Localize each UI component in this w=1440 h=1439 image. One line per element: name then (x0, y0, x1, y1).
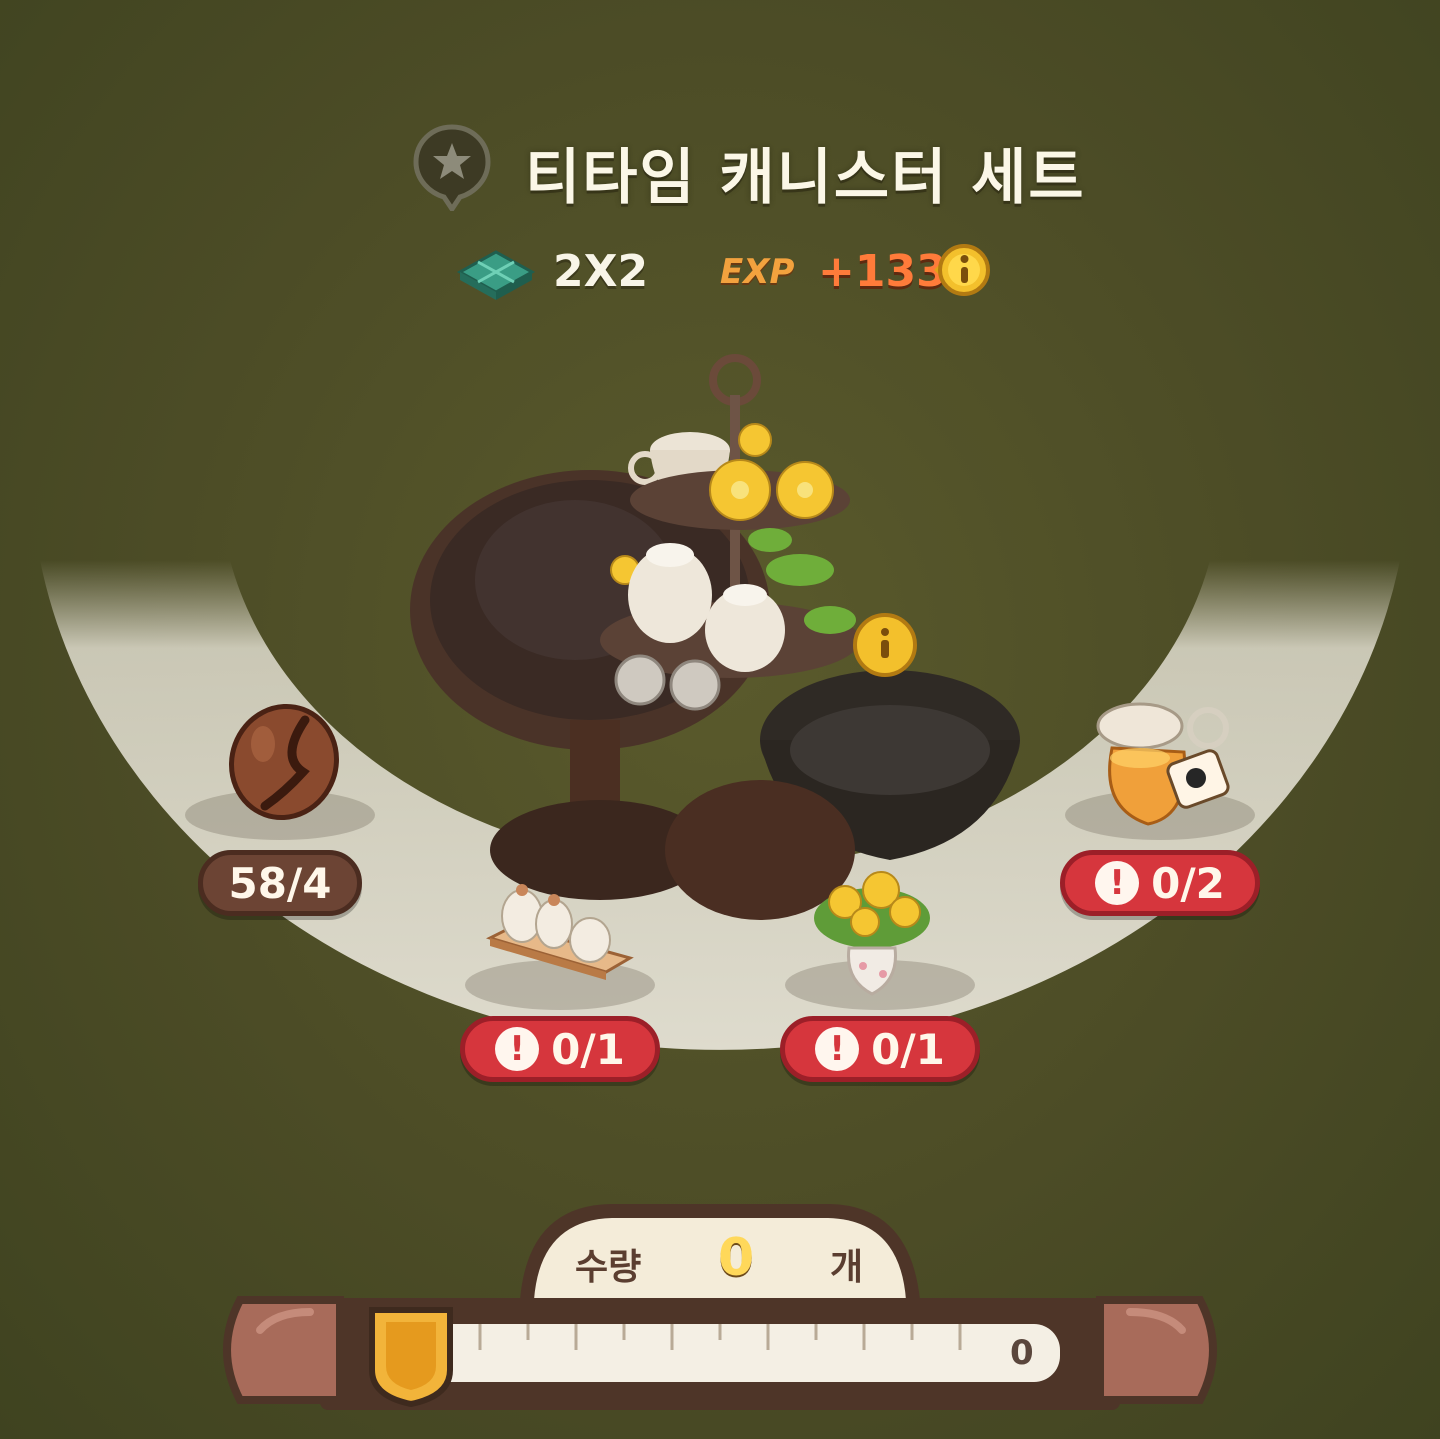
material-count-coffee-bean: 58/4 (198, 850, 362, 916)
info-coin-icon[interactable] (930, 240, 990, 302)
quantity-unit: 개 (830, 1247, 864, 1288)
decrease-button[interactable] (223, 1296, 344, 1404)
material-count-text: 0/1 (551, 1024, 625, 1074)
material-count-text: 58/4 (228, 858, 332, 908)
item-title: 티타임 캐니스터 세트 (525, 143, 1086, 213)
warning-icon: ! (815, 1027, 860, 1071)
coffee-bean-icon[interactable] (225, 702, 343, 822)
exp-label: EXP (720, 252, 795, 292)
material-count-flower-vase: ! 0/1 (780, 1016, 980, 1082)
material-count-syrup-bottle: ! 0/2 (1060, 850, 1260, 916)
canister-tray-icon[interactable] (486, 876, 634, 984)
syrup-bottle-icon[interactable] (1090, 688, 1236, 832)
warning-icon: ! (1095, 861, 1140, 905)
slider-value: 0 (1010, 1333, 1034, 1373)
exp-value: +133 (818, 246, 947, 297)
quantity-value: 0 (718, 1228, 755, 1288)
quantity-label: 수량 (575, 1247, 642, 1288)
material-count-canister-tray: ! 0/1 (460, 1016, 660, 1082)
title-row: 티타임 캐니스터 세트 (0, 115, 1440, 215)
increase-button[interactable] (1096, 1296, 1217, 1404)
favorite-star-icon[interactable] (412, 123, 492, 211)
flower-vase-icon[interactable] (805, 862, 939, 1002)
tea-time-canister-set-illustration (410, 354, 1020, 920)
warning-icon: ! (495, 1027, 540, 1071)
size-label: 2X2 (553, 246, 649, 297)
material-count-text: 0/1 (871, 1024, 945, 1074)
material-count-text: 0/2 (1151, 858, 1225, 908)
slider-handle-icon[interactable] (369, 1307, 453, 1408)
tile-size-icon (456, 250, 536, 300)
